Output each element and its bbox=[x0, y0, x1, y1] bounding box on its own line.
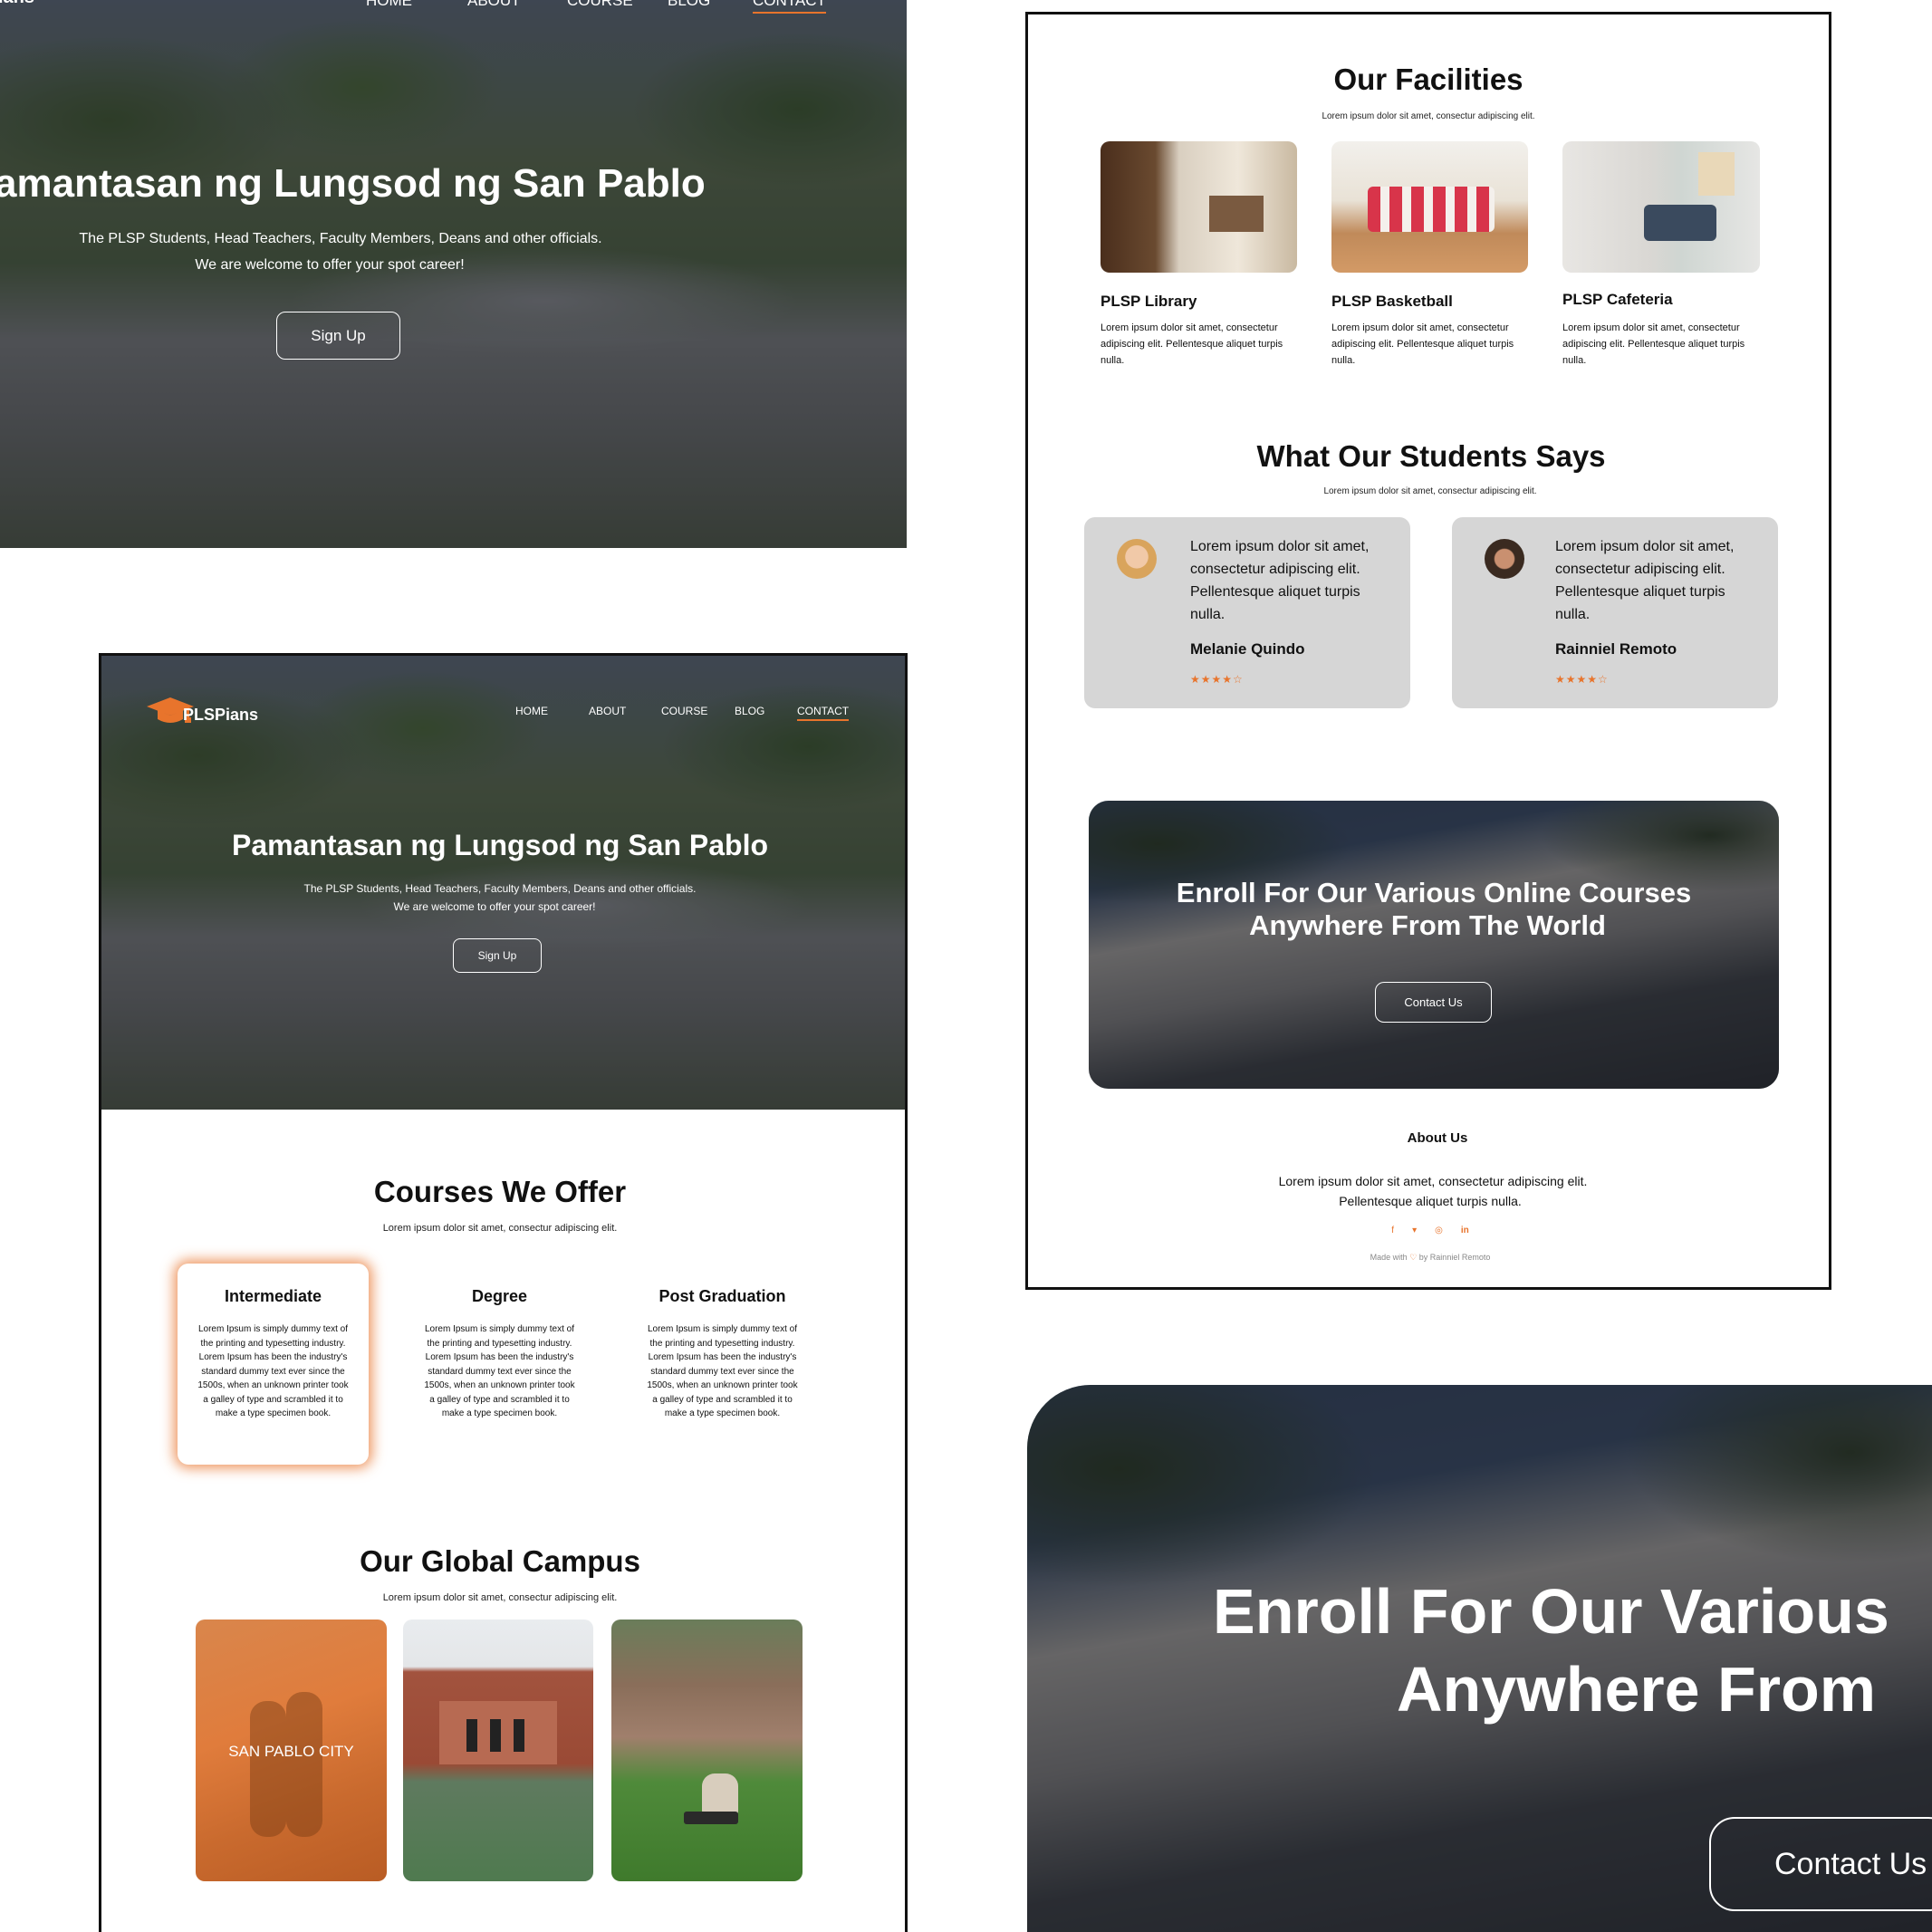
enroll-title-2: Anywhere From bbox=[1397, 1654, 1876, 1725]
avatar bbox=[1117, 539, 1157, 579]
showcase-canvas: { "nav": { "logo_text": "PLSPians", "log… bbox=[0, 0, 1932, 1932]
enroll-title-1: Enroll For Our Various Online Courses bbox=[1176, 877, 1692, 908]
course-card-intermediate[interactable]: Intermediate Lorem Ipsum is simply dummy… bbox=[178, 1264, 369, 1465]
campus-photo-san-pablo[interactable]: SAN PABLO CITY bbox=[196, 1620, 387, 1881]
course-text: Lorem Ipsum is simply dummy text of the … bbox=[647, 1324, 798, 1418]
testimonial-card: Lorem ipsum dolor sit amet, consectetur … bbox=[1452, 517, 1778, 708]
about-title: About Us bbox=[1407, 1130, 1468, 1146]
hero-title: Pamantasan ng Lungsod ng San Pablo bbox=[231, 829, 769, 861]
facility-name: PLSP Library bbox=[1101, 293, 1197, 310]
facebook-icon[interactable]: f bbox=[1391, 1226, 1394, 1235]
course-name: Intermediate bbox=[224, 1287, 322, 1305]
campus-label: SAN PABLO CITY bbox=[228, 1743, 354, 1760]
nav-home[interactable]: HOME bbox=[515, 705, 548, 717]
instagram-icon[interactable]: ◎ bbox=[1435, 1226, 1443, 1235]
nav-course[interactable]: COURSE bbox=[661, 705, 707, 717]
nav-contact[interactable]: CONTACT bbox=[753, 0, 826, 14]
facility-photo-basketball[interactable] bbox=[1331, 141, 1528, 273]
course-text: Lorem Ipsum is simply dummy text of the … bbox=[197, 1324, 349, 1418]
rating-stars: ★★★★☆ bbox=[1555, 673, 1609, 686]
hero-line-1: The PLSP Students, Head Teachers, Facult… bbox=[303, 882, 697, 895]
avatar bbox=[1485, 539, 1524, 579]
credit-suffix: by Rainniel Remoto bbox=[1418, 1253, 1491, 1262]
logo[interactable]: PLSPians bbox=[147, 694, 258, 730]
heart-icon: ♡ bbox=[1409, 1253, 1418, 1262]
about-text-2: Pellentesque aliquet turpis nulla. bbox=[1339, 1194, 1522, 1208]
testimonials-title: What Our Students Says bbox=[1256, 439, 1606, 473]
facility-name: PLSP Cafeteria bbox=[1562, 291, 1673, 308]
nav-about[interactable]: ABOUT bbox=[589, 705, 626, 717]
course-text: Lorem Ipsum is simply dummy text of the … bbox=[424, 1324, 575, 1418]
facility-text: Lorem ipsum dolor sit amet, consectetur … bbox=[1101, 322, 1283, 366]
enroll-banner: Enroll For Our Various Online Courses An… bbox=[1089, 801, 1779, 1089]
nav-blog[interactable]: BLOG bbox=[668, 0, 710, 10]
course-name: Degree bbox=[471, 1287, 528, 1305]
course-name: Post Graduation bbox=[658, 1287, 786, 1305]
nav-home[interactable]: HOME bbox=[366, 0, 412, 10]
hero-section: PLSPians HOME ABOUT COURSE BLOG CONTACT … bbox=[101, 656, 905, 1110]
page-mockup-contact: Our Facilities Lorem ipsum dolor sit ame… bbox=[1025, 12, 1831, 1290]
testimonial-author: Melanie Quindo bbox=[1190, 640, 1305, 658]
social-links: f ▾ ◎ in bbox=[1028, 1226, 1829, 1235]
campus-subtitle: Lorem ipsum dolor sit amet, consectur ad… bbox=[382, 1592, 618, 1603]
credit-prefix: Made with bbox=[1370, 1253, 1408, 1262]
logo-text: PLSPians bbox=[183, 705, 259, 724]
facility-photo-library[interactable] bbox=[1101, 141, 1297, 273]
nav-contact[interactable]: CONTACT bbox=[797, 705, 850, 721]
page-mockup-home: PLSPians HOME ABOUT COURSE BLOG CONTACT … bbox=[99, 653, 908, 1932]
logo-text: ians bbox=[0, 0, 34, 8]
facilities-title: Our Facilities bbox=[1333, 62, 1523, 96]
contact-us-button[interactable]: Contact Us bbox=[1375, 982, 1492, 1023]
course-card-degree[interactable]: Degree Lorem Ipsum is simply dummy text … bbox=[404, 1264, 595, 1465]
hero-line-2: We are welcome to offer your spot career… bbox=[195, 257, 465, 273]
testimonial-card: Lorem ipsum dolor sit amet, consectetur … bbox=[1084, 517, 1410, 708]
contact-us-button[interactable]: Contact Us bbox=[1709, 1817, 1932, 1911]
hero-line-2: We are welcome to offer your spot career… bbox=[393, 900, 596, 913]
linkedin-icon[interactable]: in bbox=[1461, 1226, 1469, 1235]
nav-course[interactable]: COURSE bbox=[567, 0, 633, 10]
facility-card-library: PLSP Library Lorem ipsum dolor sit amet,… bbox=[1101, 293, 1309, 369]
twitter-icon[interactable]: ▾ bbox=[1412, 1226, 1417, 1235]
signup-button[interactable]: Sign Up bbox=[453, 938, 542, 973]
hero-title: amantasan ng Lungsod ng San Pablo bbox=[0, 161, 706, 206]
facility-card-basketball: PLSP Basketball Lorem ipsum dolor sit am… bbox=[1331, 293, 1540, 369]
enroll-zoom-panel: Enroll For Our Various Anywhere From Con… bbox=[1027, 1385, 1932, 1932]
campus-title: Our Global Campus bbox=[360, 1544, 640, 1578]
contact-us-label: Contact Us bbox=[1774, 1846, 1927, 1881]
course-card-post-graduation[interactable]: Post Graduation Lorem Ipsum is simply du… bbox=[627, 1264, 818, 1465]
about-text-1: Lorem ipsum dolor sit amet, consectetur … bbox=[1278, 1174, 1588, 1188]
facility-card-cafeteria: PLSP Cafeteria Lorem ipsum dolor sit ame… bbox=[1562, 291, 1771, 369]
signup-button[interactable]: Sign Up bbox=[276, 312, 400, 360]
enroll-title-1: Enroll For Our Various bbox=[1213, 1576, 1889, 1647]
rating-stars: ★★★★☆ bbox=[1190, 673, 1244, 686]
enroll-title-2: Anywhere From The World bbox=[1249, 909, 1606, 941]
testimonials-subtitle: Lorem ipsum dolor sit amet, consectur ad… bbox=[1323, 486, 1537, 496]
facility-text: Lorem ipsum dolor sit amet, consectetur … bbox=[1562, 322, 1745, 366]
facilities-subtitle: Lorem ipsum dolor sit amet, consectur ad… bbox=[1322, 111, 1535, 121]
testimonial-quote: Lorem ipsum dolor sit amet, consectetur … bbox=[1555, 539, 1735, 622]
courses-subtitle: Lorem ipsum dolor sit amet, consectur ad… bbox=[382, 1223, 618, 1234]
nav-about[interactable]: ABOUT bbox=[467, 0, 521, 10]
nav-blog[interactable]: BLOG bbox=[735, 705, 764, 717]
facility-text: Lorem ipsum dolor sit amet, consectetur … bbox=[1331, 322, 1514, 366]
campus-photo-building[interactable] bbox=[403, 1620, 593, 1881]
testimonial-quote: Lorem ipsum dolor sit amet, consectetur … bbox=[1190, 539, 1370, 622]
hero-crop-panel: ians HOME ABOUT COURSE BLOG CONTACT aman… bbox=[0, 0, 907, 548]
facility-photo-cafeteria[interactable] bbox=[1562, 141, 1760, 273]
hero-line-1: The PLSP Students, Head Teachers, Facult… bbox=[79, 231, 602, 246]
testimonial-author: Rainniel Remoto bbox=[1555, 640, 1677, 658]
campus-photo-lawn[interactable] bbox=[611, 1620, 803, 1881]
courses-title: Courses We Offer bbox=[373, 1175, 627, 1208]
footer-credit: Made with ♡ by Rainniel Remoto bbox=[1028, 1253, 1829, 1263]
facility-name: PLSP Basketball bbox=[1331, 293, 1453, 310]
